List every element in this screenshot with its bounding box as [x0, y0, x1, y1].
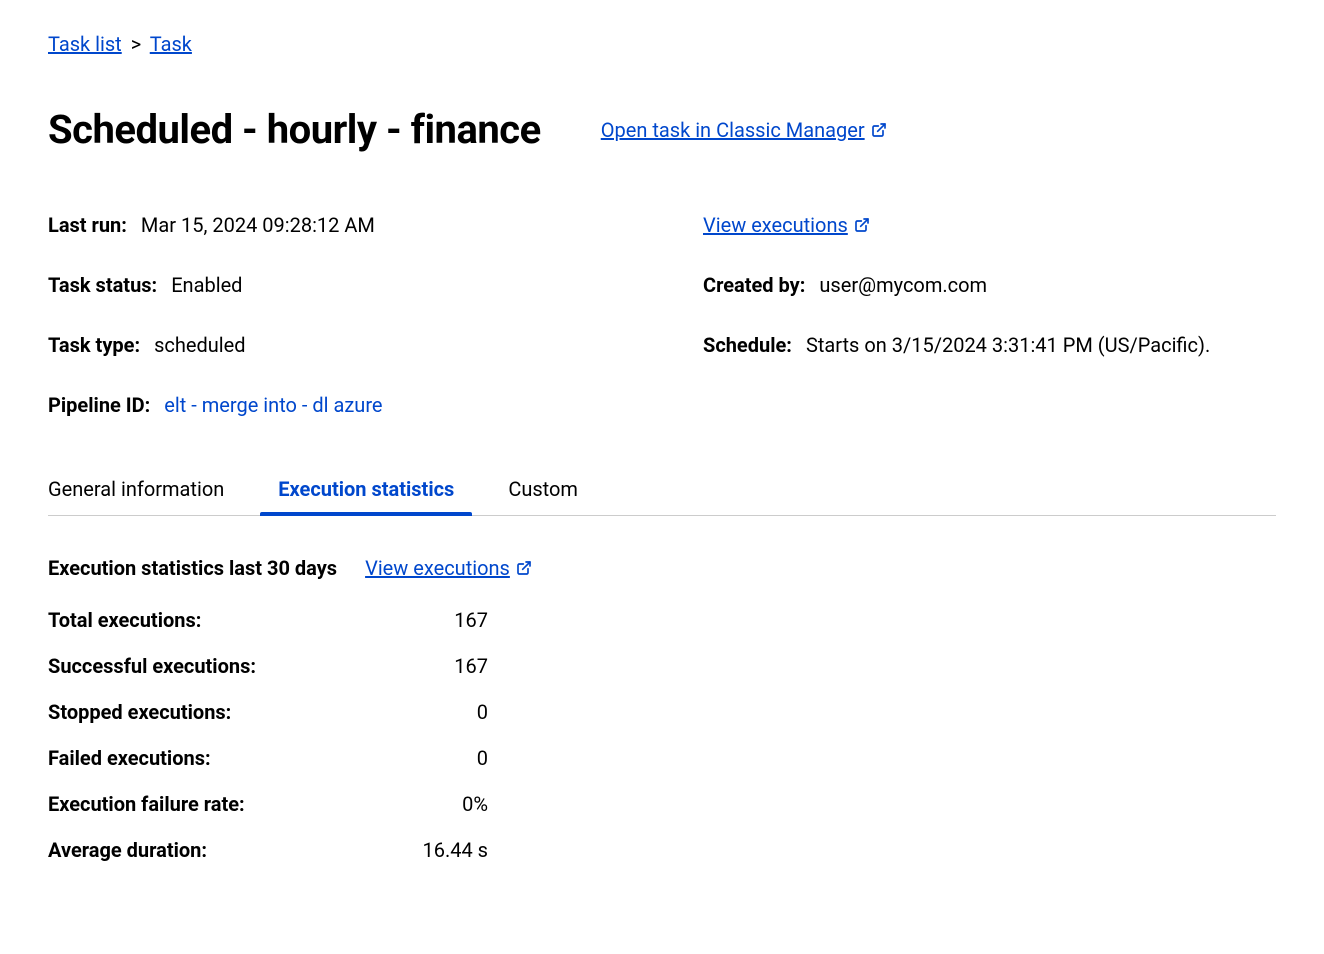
stats-title: Execution statistics last 30 days: [48, 556, 337, 580]
breadcrumb: Task list > Task: [48, 32, 1276, 56]
task-type-label: Task type:: [48, 333, 140, 357]
tab-general-information[interactable]: General information: [48, 467, 242, 515]
total-executions-value: 167: [368, 608, 488, 632]
view-executions-label: View executions: [703, 213, 848, 237]
schedule-value: Starts on 3/15/2024 3:31:41 PM (US/Pacif…: [806, 333, 1210, 357]
pipeline-id-link[interactable]: elt - merge into - dl azure: [164, 393, 382, 417]
stopped-executions-value: 0: [368, 700, 488, 724]
failed-executions-label: Failed executions:: [48, 746, 368, 770]
external-link-icon: [871, 122, 887, 138]
open-classic-link[interactable]: Open task in Classic Manager: [601, 118, 887, 142]
stopped-executions-label: Stopped executions:: [48, 700, 368, 724]
avg-duration-value: 16.44 s: [368, 838, 488, 862]
view-executions-link[interactable]: View executions: [703, 213, 870, 237]
task-status-value: Enabled: [171, 273, 242, 297]
view-executions-item: View executions: [703, 213, 1276, 237]
last-run-label: Last run:: [48, 213, 127, 237]
failure-rate-label: Execution failure rate:: [48, 792, 368, 816]
last-run-value: Mar 15, 2024 09:28:12 AM: [141, 213, 375, 237]
stats-view-executions-label: View executions: [365, 556, 510, 580]
external-link-icon: [854, 217, 870, 233]
created-by-label: Created by:: [703, 273, 805, 297]
total-executions-label: Total executions:: [48, 608, 368, 632]
successful-executions-label: Successful executions:: [48, 654, 368, 678]
task-type-item: Task type: scheduled: [48, 333, 703, 357]
tab-execution-statistics[interactable]: Execution statistics: [260, 467, 472, 515]
header-row: Scheduled - hourly - finance Open task i…: [48, 106, 1276, 153]
external-link-icon: [516, 560, 532, 576]
task-type-value: scheduled: [154, 333, 245, 357]
created-by-value: user@mycom.com: [819, 273, 987, 297]
stats-view-executions-link[interactable]: View executions: [365, 556, 532, 580]
breadcrumb-separator: >: [131, 32, 141, 56]
details-grid: Last run: Mar 15, 2024 09:28:12 AM View …: [48, 213, 1276, 417]
stats-table: Total executions: 167 Successful executi…: [48, 608, 1276, 862]
task-status-label: Task status:: [48, 273, 157, 297]
stats-header: Execution statistics last 30 days View e…: [48, 556, 1276, 580]
pipeline-id-label: Pipeline ID:: [48, 393, 150, 417]
open-classic-link-label: Open task in Classic Manager: [601, 118, 865, 142]
task-status-item: Task status: Enabled: [48, 273, 703, 297]
breadcrumb-task[interactable]: Task: [150, 32, 192, 56]
page-title: Scheduled - hourly - finance: [48, 106, 541, 153]
successful-executions-value: 167: [368, 654, 488, 678]
avg-duration-label: Average duration:: [48, 838, 368, 862]
schedule-label: Schedule:: [703, 333, 792, 357]
failure-rate-value: 0%: [368, 792, 488, 816]
pipeline-id-item: Pipeline ID: elt - merge into - dl azure: [48, 393, 1276, 417]
last-run-item: Last run: Mar 15, 2024 09:28:12 AM: [48, 213, 703, 237]
schedule-item: Schedule: Starts on 3/15/2024 3:31:41 PM…: [703, 333, 1276, 357]
tabs: General information Execution statistics…: [48, 467, 1276, 516]
created-by-item: Created by: user@mycom.com: [703, 273, 1276, 297]
failed-executions-value: 0: [368, 746, 488, 770]
breadcrumb-task-list[interactable]: Task list: [48, 32, 122, 56]
tab-custom[interactable]: Custom: [490, 467, 596, 515]
